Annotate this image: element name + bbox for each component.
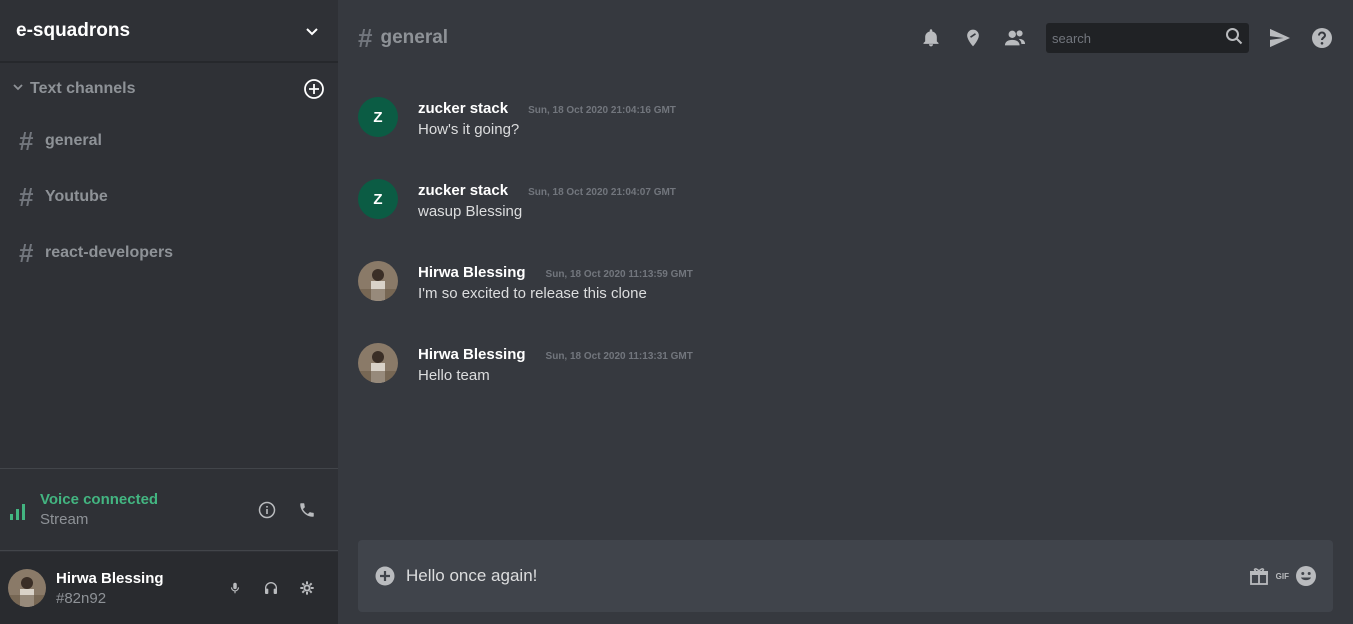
- search-box[interactable]: [1046, 23, 1249, 53]
- gift-icon[interactable]: [1248, 565, 1270, 587]
- voice-panel: Voice connected Stream: [0, 468, 338, 551]
- channel-title: general: [380, 27, 449, 48]
- message-timestamp: Sun, 18 Oct 2020 21:04:07 GMT: [528, 187, 676, 198]
- channels-section-title: Text channels: [30, 80, 136, 97]
- user-panel: Hirwa Blessing #82n92: [0, 552, 338, 624]
- help-icon[interactable]: [1311, 27, 1333, 49]
- emoji-icon[interactable]: [1295, 565, 1317, 587]
- message-timestamp: Sun, 18 Oct 2020 11:13:31 GMT: [545, 351, 693, 362]
- signal-icon: [10, 500, 30, 520]
- user-tag: #82n92: [56, 589, 107, 607]
- headphones-icon[interactable]: [260, 577, 282, 599]
- message-item: Hirwa Blessing Sun, 18 Oct 2020 11:13:31…: [338, 336, 1353, 418]
- voice-status: Voice connected: [40, 491, 159, 508]
- avatar[interactable]: Z: [358, 179, 398, 219]
- channel-name: Youtube: [45, 188, 108, 205]
- message-item: Hirwa Blessing Sun, 18 Oct 2020 11:13:59…: [338, 254, 1353, 336]
- hash-icon: #: [19, 181, 34, 212]
- channels-section-header[interactable]: Text channels: [0, 65, 338, 113]
- voice-stream: Stream: [40, 511, 89, 528]
- channel-item-youtube[interactable]: # Youtube: [0, 169, 338, 225]
- avatar[interactable]: [358, 261, 398, 301]
- message-text: Hello team: [418, 367, 490, 384]
- hash-icon: #: [19, 125, 34, 156]
- channel-name: general: [45, 132, 102, 149]
- avatar[interactable]: Z: [358, 97, 398, 137]
- phone-icon[interactable]: [296, 499, 318, 521]
- channel-item-react-developers[interactable]: # react-developers: [0, 225, 338, 281]
- message-timestamp: Sun, 18 Oct 2020 11:13:59 GMT: [545, 269, 693, 280]
- add-channel-icon[interactable]: [302, 77, 326, 101]
- info-icon[interactable]: [256, 499, 278, 521]
- message-author[interactable]: Hirwa Blessing: [418, 346, 526, 363]
- chevron-down-icon[interactable]: [12, 80, 24, 98]
- microphone-icon[interactable]: [224, 577, 246, 599]
- message-text: wasup Blessing: [418, 203, 523, 220]
- chat-header: # general: [338, 0, 1353, 76]
- message-author[interactable]: Hirwa Blessing: [418, 264, 526, 281]
- user-name: Hirwa Blessing: [56, 569, 164, 587]
- message-text: I'm so excited to release this clone: [418, 285, 647, 302]
- server-header[interactable]: e-squadrons: [0, 0, 338, 63]
- app: e-squadrons Text channels # general # Yo…: [0, 0, 1353, 624]
- sidebar: e-squadrons Text channels # general # Yo…: [0, 0, 338, 624]
- avatar[interactable]: [358, 343, 398, 383]
- channel-item-general[interactable]: # general: [0, 113, 338, 169]
- gif-button[interactable]: GIF: [1276, 572, 1289, 581]
- message-item: Z zucker stack Sun, 18 Oct 2020 21:04:16…: [338, 90, 1353, 172]
- hash-icon: #: [358, 22, 373, 53]
- message-author[interactable]: zucker stack: [418, 100, 508, 117]
- message-composer: GIF: [358, 540, 1333, 612]
- message-text: How's it going?: [418, 121, 520, 138]
- pin-icon[interactable]: [962, 27, 984, 49]
- bell-icon[interactable]: [920, 27, 942, 49]
- send-icon[interactable]: [1269, 27, 1291, 49]
- hash-icon: #: [19, 237, 34, 268]
- message-timestamp: Sun, 18 Oct 2020 21:04:16 GMT: [528, 105, 676, 116]
- gear-icon[interactable]: [296, 577, 318, 599]
- server-name: e-squadrons: [16, 19, 131, 41]
- search-input[interactable]: [1052, 30, 1212, 46]
- search-icon[interactable]: [1225, 27, 1243, 50]
- message-input[interactable]: [406, 566, 1248, 586]
- main-panel: # general search Z zucker stack Sun, 18 …: [338, 0, 1353, 624]
- message-author[interactable]: zucker stack: [418, 182, 508, 199]
- channel-name: react-developers: [45, 244, 174, 261]
- members-icon[interactable]: [1004, 27, 1026, 49]
- add-attachment-icon[interactable]: [374, 565, 396, 587]
- avatar[interactable]: [8, 569, 46, 607]
- message-item: Z zucker stack Sun, 18 Oct 2020 21:04:07…: [338, 172, 1353, 254]
- chevron-down-icon[interactable]: [302, 21, 322, 41]
